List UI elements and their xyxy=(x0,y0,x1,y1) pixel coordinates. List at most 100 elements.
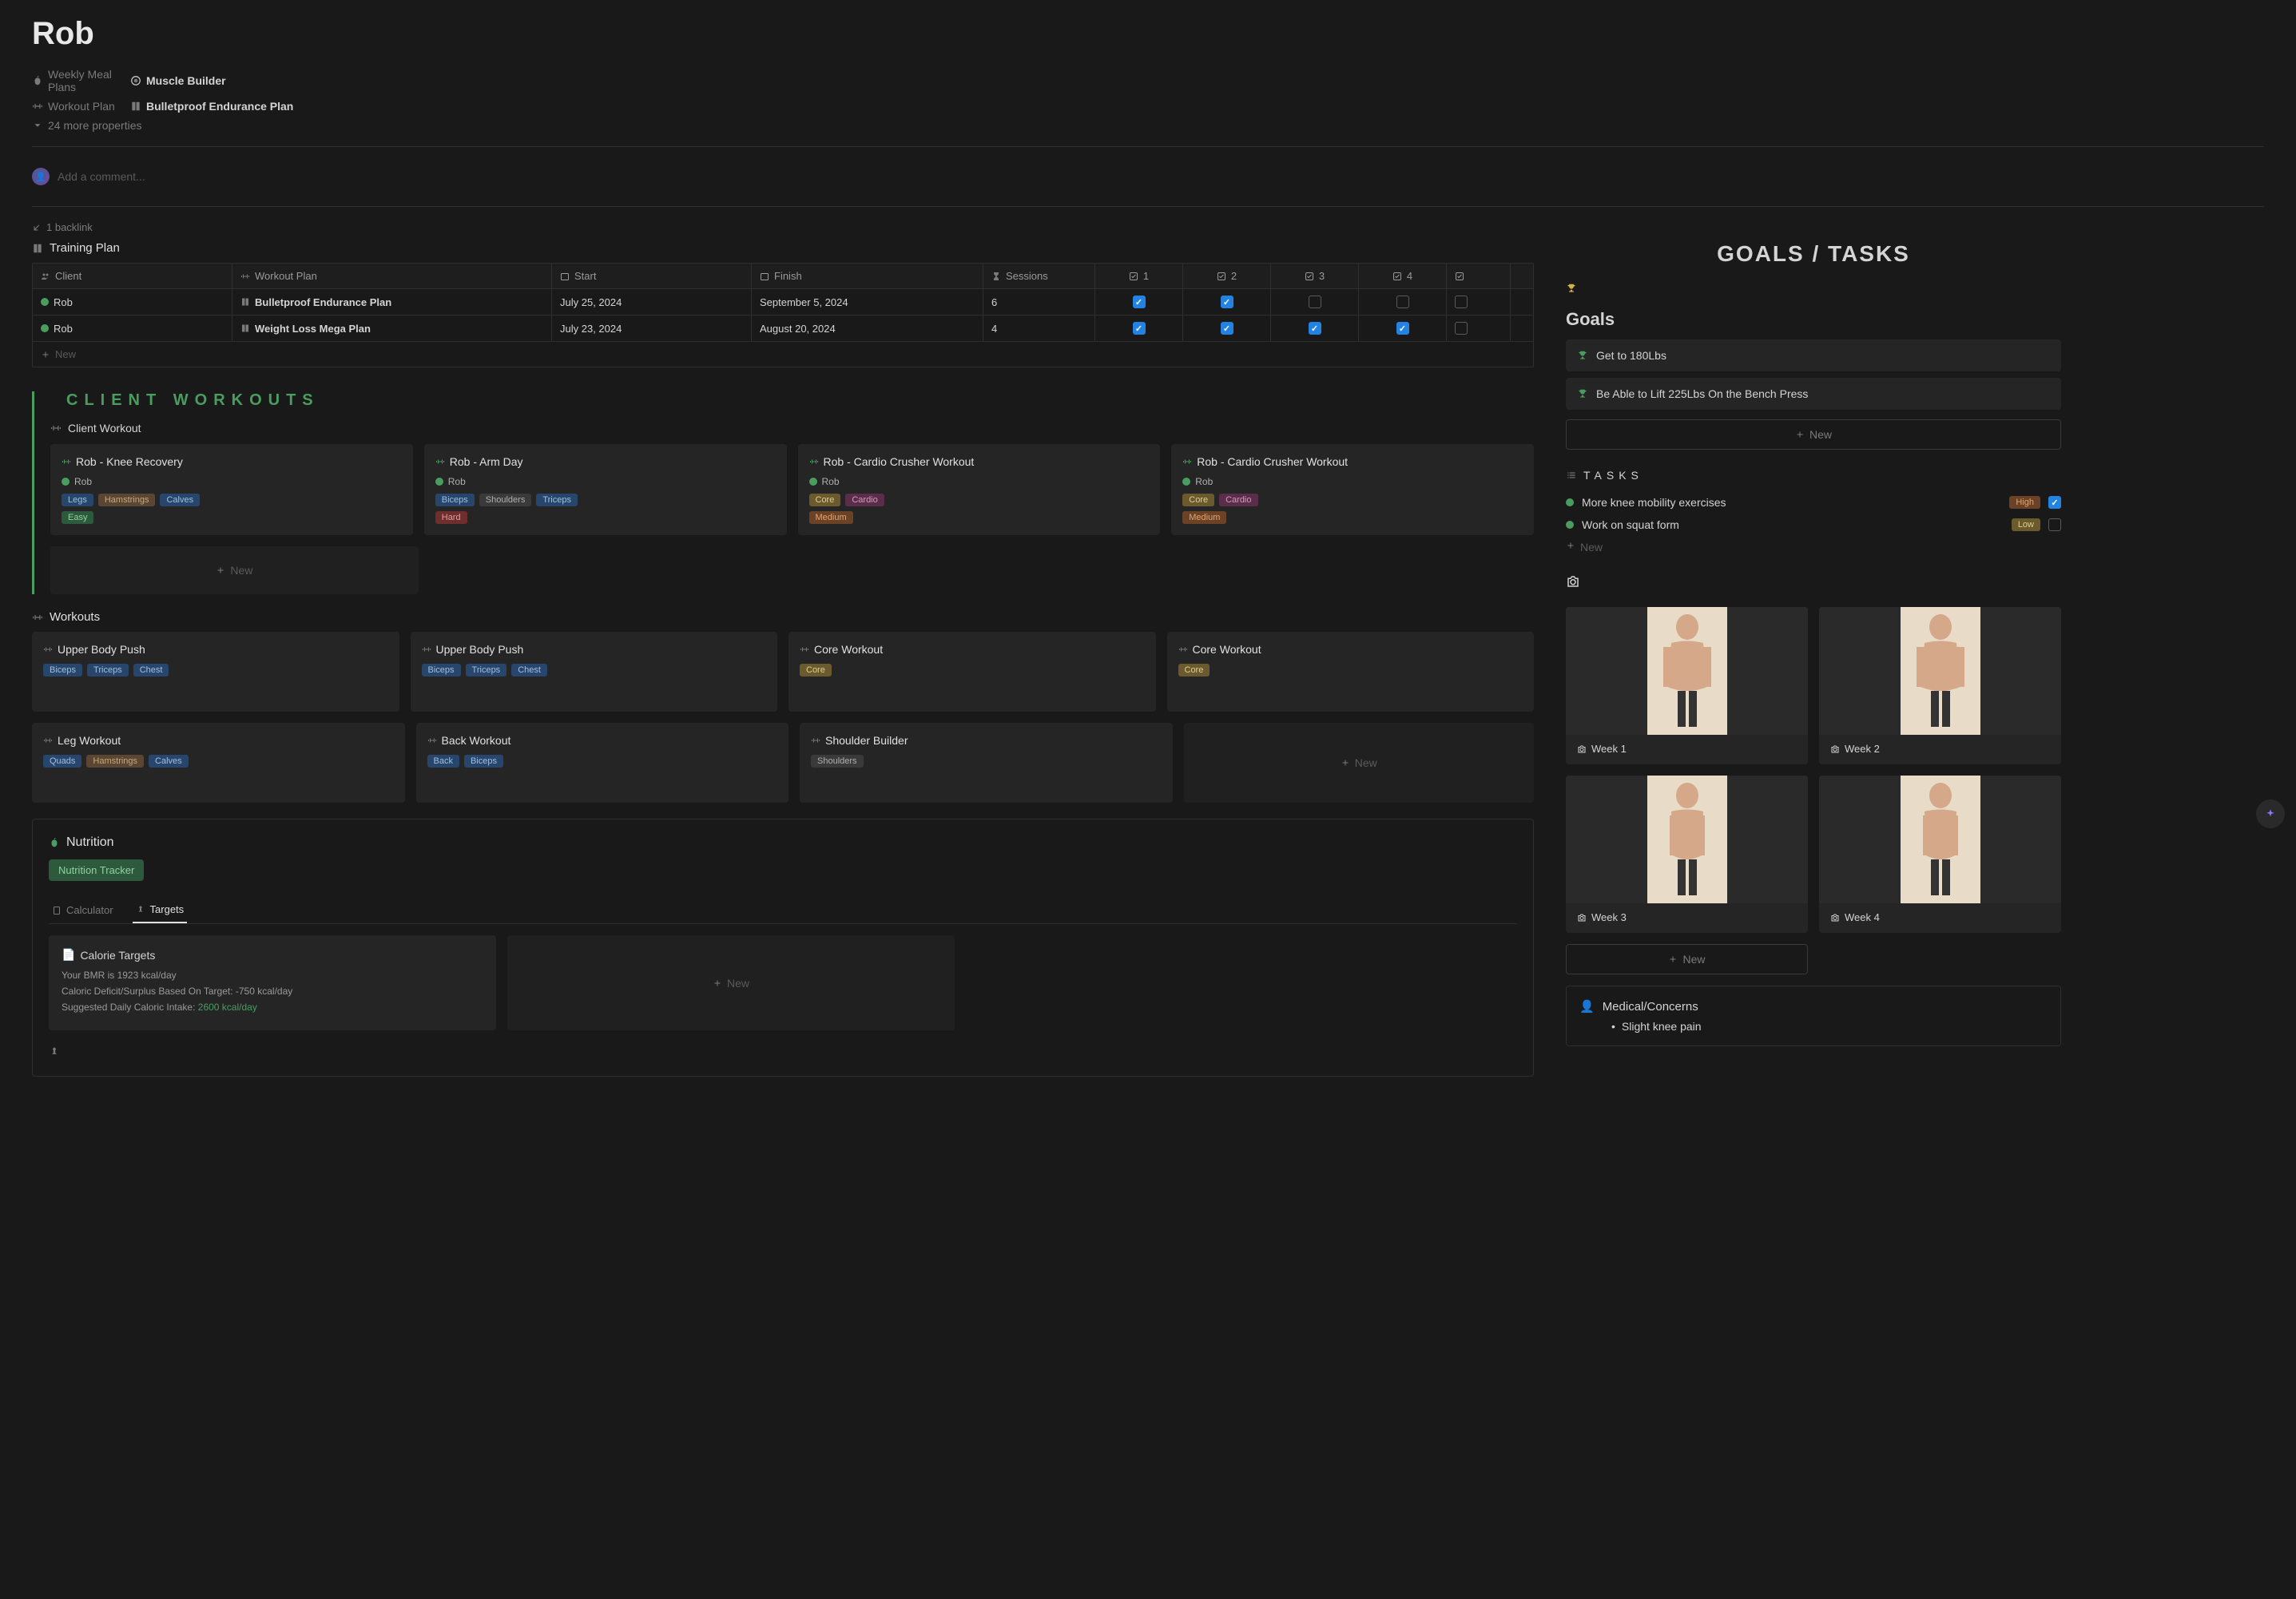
task-row[interactable]: More knee mobility exercisesHigh xyxy=(1566,491,2061,514)
goals-tasks-title: GOALS / TASKS xyxy=(1566,241,2061,267)
comment-input-row[interactable]: 👤 Add a comment... xyxy=(32,161,2264,192)
progress-photo-card[interactable]: Week 3 xyxy=(1566,776,1808,933)
tab-targets[interactable]: Targets xyxy=(133,897,188,923)
page-title: Rob xyxy=(32,16,2264,52)
progress-photo-card[interactable]: Week 2 xyxy=(1819,607,2061,764)
new-nutrition-card[interactable]: New xyxy=(507,935,955,1030)
task-checkbox[interactable] xyxy=(2048,518,2061,531)
checkbox-icon xyxy=(1392,272,1402,281)
new-client-workout[interactable]: New xyxy=(50,546,419,594)
task-checkbox[interactable] xyxy=(2048,496,2061,509)
camera-icon xyxy=(1577,913,1587,922)
progress-photo-card[interactable]: Week 4 xyxy=(1819,776,2061,933)
sparkle-icon xyxy=(2265,808,2276,819)
avatar: 👤 xyxy=(32,168,50,185)
workout-card[interactable]: Core Workout Core xyxy=(789,632,1156,712)
client-workouts-title: CLIENT WORKOUTS xyxy=(66,391,1534,410)
session-checkbox[interactable] xyxy=(1133,296,1146,308)
dumbbell-icon xyxy=(32,612,43,623)
task-row[interactable]: Work on squat formLow xyxy=(1566,514,2061,536)
session-checkbox[interactable] xyxy=(1221,322,1233,335)
new-photo-button[interactable]: New xyxy=(1566,944,1808,974)
dumbbell-icon xyxy=(32,101,43,112)
divider xyxy=(32,206,2264,207)
checkbox-icon xyxy=(1455,272,1464,281)
prop-meal-plans[interactable]: Weekly Meal Plans Muscle Builder xyxy=(32,68,2264,93)
new-goal-button[interactable]: New xyxy=(1566,419,2061,450)
dumbbell-icon xyxy=(50,423,62,434)
camera-icon xyxy=(1830,744,1840,754)
session-checkbox[interactable] xyxy=(1309,322,1321,335)
book-icon xyxy=(130,101,141,112)
prop-workout-plan[interactable]: Workout Plan Bulletproof Endurance Plan xyxy=(32,100,2264,113)
training-plan-header[interactable]: Training Plan xyxy=(32,241,1534,255)
apple-icon xyxy=(49,837,60,848)
plus-icon xyxy=(713,978,722,988)
calendar-icon xyxy=(560,272,570,281)
book-icon xyxy=(32,243,43,254)
plus-icon xyxy=(216,565,225,575)
more-properties-toggle[interactable]: 24 more properties xyxy=(32,119,2264,132)
workout-card[interactable]: Upper Body Push BicepsTricepsChest xyxy=(411,632,778,712)
chevron-down-icon xyxy=(32,120,43,131)
workout-card[interactable]: Upper Body Push BicepsTricepsChest xyxy=(32,632,399,712)
divider xyxy=(32,146,2264,147)
checkbox-icon xyxy=(1129,272,1138,281)
new-workout-card[interactable]: New xyxy=(1184,723,1535,803)
session-checkbox[interactable] xyxy=(1455,322,1468,335)
trophy-icon xyxy=(1577,388,1588,399)
list-icon xyxy=(1566,470,1577,481)
camera-icon xyxy=(1830,913,1840,922)
trophy-icon xyxy=(1566,283,1577,294)
client-workout-card[interactable]: Rob - Knee Recovery Rob LegsHamstringsCa… xyxy=(50,444,413,535)
plus-icon xyxy=(1668,954,1678,964)
arrow-icon xyxy=(32,223,42,232)
client-workout-card[interactable]: Rob - Cardio Crusher Workout Rob CoreCar… xyxy=(798,444,1161,535)
camera-icon[interactable] xyxy=(1566,574,1580,589)
goals-subheader: Goals xyxy=(1566,309,2061,330)
calorie-targets-card[interactable]: 📄Calorie Targets Your BMR is 1923 kcal/d… xyxy=(49,935,496,1030)
session-checkbox[interactable] xyxy=(1221,296,1233,308)
calendar-icon xyxy=(760,272,769,281)
session-checkbox[interactable] xyxy=(1455,296,1468,308)
dumbbell-icon xyxy=(240,272,250,281)
session-checkbox[interactable] xyxy=(1309,296,1321,308)
new-training-plan-row[interactable]: New xyxy=(33,342,1533,367)
training-plan-table: Client Workout Plan Start Finish Session… xyxy=(32,263,1534,367)
ai-assistant-button[interactable] xyxy=(2256,800,2285,828)
progress-photo-card[interactable]: Week 1 xyxy=(1566,607,1808,764)
workout-card[interactable]: Back Workout BackBiceps xyxy=(416,723,789,803)
camera-icon xyxy=(1577,744,1587,754)
nutrition-header: Nutrition xyxy=(49,835,1517,850)
session-checkbox[interactable] xyxy=(1396,296,1409,308)
calculator-icon xyxy=(52,906,62,915)
pin-icon xyxy=(136,905,145,915)
table-row[interactable]: Rob Bulletproof Endurance Plan July 25, … xyxy=(33,289,1533,315)
plus-icon xyxy=(41,350,50,359)
client-workout-card[interactable]: Rob - Arm Day Rob BicepsShouldersTriceps… xyxy=(424,444,787,535)
workouts-header[interactable]: Workouts xyxy=(32,610,1534,624)
goal-row[interactable]: Get to 180Lbs xyxy=(1566,339,2061,371)
checkbox-icon xyxy=(1217,272,1226,281)
goal-row[interactable]: Be Able to Lift 225Lbs On the Bench Pres… xyxy=(1566,378,2061,410)
new-task-button[interactable]: New xyxy=(1566,536,2061,558)
target-icon xyxy=(130,75,141,86)
person-icon: 👤 xyxy=(1579,999,1595,1014)
session-checkbox[interactable] xyxy=(1133,322,1146,335)
tab-calculator[interactable]: Calculator xyxy=(49,897,117,923)
checkbox-icon xyxy=(1305,272,1314,281)
workout-card[interactable]: Leg Workout QuadsHamstringsCalves xyxy=(32,723,405,803)
nutrition-tracker-link[interactable]: Nutrition Tracker xyxy=(49,859,144,881)
workout-card[interactable]: Shoulder Builder Shoulders xyxy=(800,723,1173,803)
tasks-header[interactable]: TASKS xyxy=(1566,469,2061,482)
workout-card[interactable]: Core Workout Core xyxy=(1167,632,1535,712)
settings-icon[interactable] xyxy=(49,1046,60,1057)
plus-icon xyxy=(1795,430,1805,439)
backlink-toggle[interactable]: 1 backlink xyxy=(32,221,2264,233)
session-checkbox[interactable] xyxy=(1396,322,1409,335)
trophy-icon xyxy=(1577,350,1588,361)
plus-icon xyxy=(1566,541,1575,550)
client-workout-card[interactable]: Rob - Cardio Crusher Workout Rob CoreCar… xyxy=(1171,444,1534,535)
table-row[interactable]: Rob Weight Loss Mega Plan July 23, 2024 … xyxy=(33,315,1533,342)
client-workout-subheader[interactable]: Client Workout xyxy=(50,422,1534,434)
